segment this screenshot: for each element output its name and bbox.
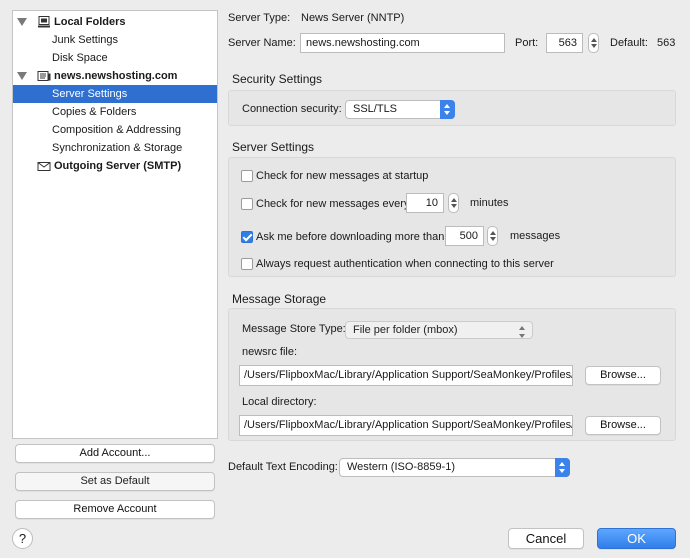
tree-item-label: Junk Settings	[52, 34, 119, 46]
tree-item-label: news.newshosting.com	[54, 70, 178, 82]
ok-button[interactable]: OK	[597, 528, 676, 549]
tree-item-label: Server Settings	[52, 88, 128, 100]
server-settings-title: Server Settings	[232, 140, 315, 154]
set-as-default-button[interactable]: Set as Default	[15, 472, 215, 491]
select-arrows-icon	[518, 326, 526, 338]
tree-item-local-folders[interactable]: Local Folders	[13, 13, 217, 31]
message-storage-title: Message Storage	[232, 292, 327, 306]
tree-item-disk-space[interactable]: Disk Space	[13, 49, 217, 67]
check-interval-stepper[interactable]	[448, 193, 459, 213]
tree-item-composition[interactable]: Composition & Addressing	[13, 121, 217, 139]
add-account-button[interactable]: Add Account...	[15, 444, 215, 463]
server-name-field[interactable]: news.newshosting.com	[300, 33, 505, 53]
default-encoding-label: Default Text Encoding:	[228, 461, 338, 473]
connection-security-select[interactable]: SSL/TLS	[345, 100, 455, 119]
default-encoding-value: Western (ISO-8859-1)	[347, 461, 456, 473]
browse-local-directory-button[interactable]: Browse...	[585, 416, 661, 435]
port-label: Port:	[515, 37, 539, 49]
ask-before-download-checkbox[interactable]	[241, 231, 253, 243]
connection-security-label: Connection security:	[242, 103, 342, 115]
port-stepper[interactable]	[588, 33, 599, 53]
newsgroup-icon	[37, 71, 51, 81]
check-startup-label: Check for new messages at startup	[256, 170, 429, 182]
server-type-value: News Server (NNTP)	[301, 12, 405, 24]
expanded-arrow-icon[interactable]	[17, 72, 27, 80]
server-name-label: Server Name:	[228, 37, 296, 49]
connection-security-value: SSL/TLS	[353, 103, 398, 115]
tree-item-sync-storage[interactable]: Synchronization & Storage	[13, 139, 217, 157]
local-directory-field[interactable]: /Users/FlipboxMac/Library/Application Su…	[239, 415, 573, 436]
tree-item-label: Synchronization & Storage	[52, 142, 183, 154]
tree-item-outgoing-server[interactable]: Outgoing Server (SMTP)	[13, 157, 217, 175]
tree-item-label: Copies & Folders	[52, 106, 137, 118]
newsrc-file-field[interactable]: /Users/FlipboxMac/Library/Application Su…	[239, 365, 573, 386]
help-button[interactable]: ?	[12, 528, 33, 549]
download-limit-field[interactable]: 500	[445, 226, 484, 246]
download-limit-stepper[interactable]	[487, 226, 498, 246]
computer-icon	[38, 16, 50, 28]
minutes-label: minutes	[470, 197, 509, 209]
account-tree[interactable]: Local Folders Junk Settings Disk Space n…	[12, 10, 218, 439]
tree-item-label: Outgoing Server (SMTP)	[54, 160, 182, 172]
tree-item-junk-settings[interactable]: Junk Settings	[13, 31, 217, 49]
default-port-value: 563	[657, 37, 676, 49]
check-startup-checkbox[interactable]	[241, 170, 253, 182]
ask-before-download-label: Ask me before downloading more than	[256, 231, 445, 243]
tree-item-label: Disk Space	[52, 52, 108, 64]
tree-item-label: Composition & Addressing	[52, 124, 182, 136]
always-auth-label: Always request authentication when conne…	[256, 258, 554, 270]
security-settings-title: Security Settings	[232, 72, 323, 86]
default-encoding-select[interactable]: Western (ISO-8859-1)	[339, 458, 570, 477]
check-every-checkbox[interactable]	[241, 198, 253, 210]
outgoing-mail-icon	[37, 162, 51, 171]
port-field[interactable]: 563	[546, 33, 583, 53]
tree-item-label: Local Folders	[54, 16, 126, 28]
tree-item-server-settings[interactable]: Server Settings	[13, 85, 217, 103]
message-store-type-value: File per folder (mbox)	[353, 324, 458, 336]
local-directory-label: Local directory:	[242, 396, 317, 408]
expanded-arrow-icon[interactable]	[17, 18, 27, 26]
select-arrows-icon	[440, 100, 455, 119]
tree-item-copies-folders[interactable]: Copies & Folders	[13, 103, 217, 121]
always-auth-checkbox[interactable]	[241, 258, 253, 270]
check-every-label: Check for new messages every	[256, 198, 410, 210]
newsrc-file-label: newsrc file:	[242, 346, 298, 358]
message-store-type-select[interactable]: File per folder (mbox)	[345, 321, 533, 339]
remove-account-button[interactable]: Remove Account	[15, 500, 215, 519]
cancel-button[interactable]: Cancel	[508, 528, 584, 549]
tree-item-news-account[interactable]: news.newshosting.com	[13, 67, 217, 85]
select-arrows-icon	[555, 458, 570, 477]
message-store-type-label: Message Store Type:	[242, 323, 346, 335]
browse-newsrc-button[interactable]: Browse...	[585, 366, 661, 385]
server-type-label: Server Type:	[228, 12, 291, 24]
check-interval-field[interactable]: 10	[406, 193, 444, 213]
default-port-label: Default:	[610, 37, 648, 49]
messages-label: messages	[510, 230, 561, 242]
